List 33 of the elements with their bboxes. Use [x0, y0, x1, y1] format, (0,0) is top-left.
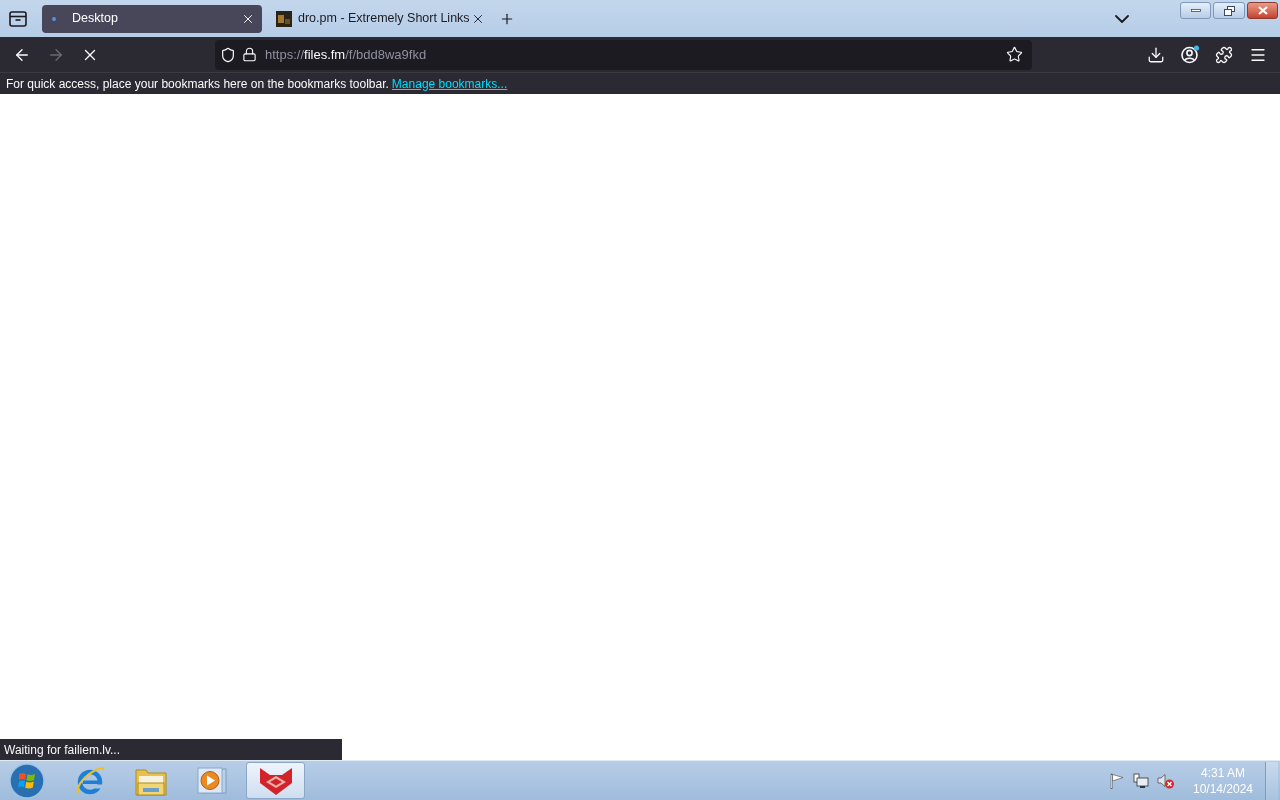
- download-icon: [1147, 45, 1165, 64]
- browser-tab[interactable]: Desktop: [42, 4, 262, 33]
- archive-icon: [9, 10, 27, 27]
- restore-button[interactable]: [1213, 2, 1245, 19]
- network-monitor-icon[interactable]: [1133, 772, 1149, 789]
- status-text: Waiting for failiem.lv...: [4, 741, 121, 759]
- dot-favicon-icon: [52, 16, 56, 21]
- minimize-icon: [1190, 9, 1201, 12]
- bookmarks-message: For quick access, place your bookmarks here on the bookmarks toolbar.: [6, 75, 389, 93]
- flag-icon[interactable]: [1109, 772, 1125, 789]
- chevron-down-icon: [1115, 14, 1129, 23]
- url-text: https://files.fm/f/bdd8wa9fkd: [265, 45, 427, 64]
- account-icon: [1180, 45, 1200, 64]
- shield-icon[interactable]: [220, 46, 236, 63]
- fox-logo-icon: [257, 765, 294, 796]
- start-orb-icon: [9, 762, 45, 799]
- browser-e-icon: [74, 764, 106, 797]
- muted-speaker-icon[interactable]: [1157, 772, 1175, 789]
- browser-tab[interactable]: dro.pm - Extremely Short Links: [272, 4, 485, 33]
- manage-bookmarks-link[interactable]: Manage bookmarks...: [391, 74, 508, 93]
- close-window-button[interactable]: [1247, 2, 1278, 19]
- tab-title: Desktop: [72, 10, 119, 28]
- bookmark-star-icon[interactable]: [1006, 46, 1023, 63]
- media-player-icon: [197, 766, 227, 795]
- lock-icon[interactable]: [242, 47, 257, 62]
- taskbar-app-button[interactable]: [246, 762, 305, 799]
- site-favicon-icon: [276, 10, 292, 27]
- minimize-button[interactable]: [1180, 2, 1211, 19]
- address-bar[interactable]: https://files.fm/f/bdd8wa9fkd: [215, 39, 1032, 70]
- puzzle-icon: [1215, 45, 1233, 64]
- tab-title: dro.pm - Extremely Short Links: [298, 10, 470, 28]
- restore-icon: [1223, 5, 1235, 16]
- close-icon: [1257, 6, 1268, 15]
